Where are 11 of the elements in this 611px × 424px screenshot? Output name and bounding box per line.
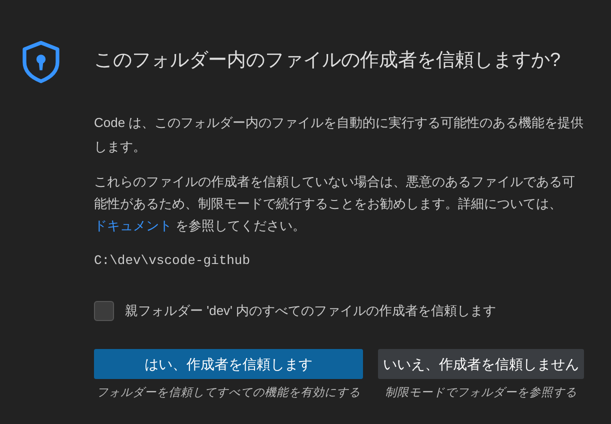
dialog-title: このフォルダー内のファイルの作成者を信頼しますか? — [94, 49, 562, 73]
trust-button[interactable]: はい、作成者を信頼します — [94, 349, 363, 379]
message-text: Code は、このフォルダー内のファイルを自動的に実行する可能性のある機能を提供します。 — [94, 114, 584, 156]
button-caption: 制限モードでフォルダーを参照する — [385, 386, 577, 401]
detail-text: これらのファイルの作成者を信頼していない場合は、悪意のあるファイルである可能性があるため、制限モードで続行することをお勧めします。詳細については、 ドキュメント を参照してください。 — [94, 173, 576, 235]
checkbox-label: 親フォルダー 'dev' 内のすべてのファイルの作成者を信頼します — [125, 302, 496, 320]
documentation-link[interactable]: ドキュメント — [94, 218, 172, 233]
folder-path: C:\dev\vscode-github — [94, 252, 252, 270]
trust-button[interactable]: いいえ、作成者を信頼しません — [378, 349, 584, 379]
button-caption: フォルダーを信頼してすべての機能を有効にする — [96, 386, 360, 401]
checkbox[interactable] — [94, 301, 114, 321]
